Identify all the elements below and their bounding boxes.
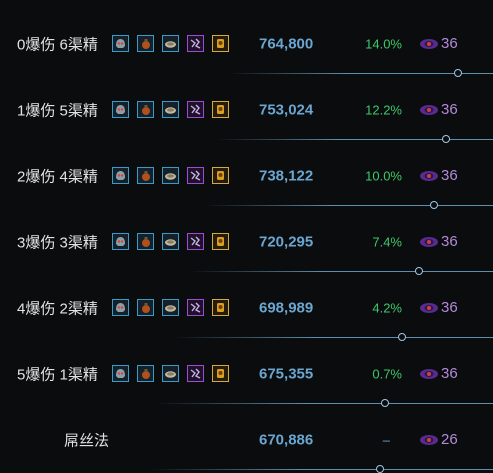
- item-level-icon: [420, 236, 438, 247]
- item-level-value: 36: [441, 365, 458, 382]
- potion-icon[interactable]: [137, 167, 154, 184]
- gear-icons: [112, 365, 229, 383]
- gear-icons: [112, 35, 229, 53]
- build-label: 3爆伤 3渠精: [17, 234, 98, 252]
- potion-icon[interactable]: [137, 233, 154, 250]
- item-level-icon: [420, 38, 438, 49]
- gain-percent: 12.2%: [365, 102, 402, 118]
- item-level-icon: [420, 434, 438, 445]
- item-level-value: 26: [441, 431, 458, 448]
- helm-icon[interactable]: [112, 233, 129, 250]
- item-level: 36: [419, 233, 458, 250]
- bread-icon[interactable]: [162, 365, 179, 382]
- progress-track: [204, 205, 493, 206]
- helm-icon[interactable]: [112, 35, 129, 52]
- rune-icon[interactable]: [187, 101, 204, 118]
- item-level-value: 36: [441, 299, 458, 316]
- progress-track: [155, 403, 493, 404]
- simulation-result-list: 0爆伤 6渠精 764,800 14.0% 36 1爆伤 5渠精 753,024…: [0, 0, 493, 473]
- helm-icon[interactable]: [112, 101, 129, 118]
- progress-track: [216, 139, 493, 140]
- item-level-value: 36: [441, 167, 458, 184]
- dps-value: 670,886: [259, 431, 314, 449]
- result-row[interactable]: 1爆伤 5渠精 753,024 12.2% 36: [0, 76, 493, 143]
- build-label: 5爆伤 1渠精: [17, 366, 98, 384]
- gear-icons: [112, 233, 229, 251]
- trinket-icon[interactable]: [212, 365, 229, 382]
- bread-icon[interactable]: [162, 101, 179, 118]
- bread-icon[interactable]: [162, 299, 179, 316]
- item-level: 36: [419, 35, 458, 52]
- trinket-icon[interactable]: [212, 167, 229, 184]
- gear-icons: [112, 299, 229, 317]
- result-row[interactable]: 0爆伤 6渠精 764,800 14.0% 36: [0, 10, 493, 77]
- dps-value: 764,800: [259, 35, 314, 53]
- potion-icon[interactable]: [137, 365, 154, 382]
- dps-value: 738,122: [259, 167, 314, 185]
- build-label: 4爆伤 2渠精: [17, 300, 98, 318]
- rune-icon[interactable]: [187, 167, 204, 184]
- build-label: 屌丝法: [64, 432, 110, 450]
- dps-value: 698,989: [259, 299, 314, 317]
- result-row-baseline[interactable]: 屌丝法 670,886 – 26: [0, 406, 493, 473]
- item-level-icon: [420, 104, 438, 115]
- helm-icon[interactable]: [112, 299, 129, 316]
- item-level-icon: [420, 170, 438, 181]
- potion-icon[interactable]: [137, 299, 154, 316]
- rune-icon[interactable]: [187, 365, 204, 382]
- progress-track: [150, 469, 493, 470]
- progress-track: [172, 337, 493, 338]
- gain-percent: 10.0%: [365, 168, 402, 184]
- helm-icon[interactable]: [112, 365, 129, 382]
- gain-percent: 0.7%: [372, 366, 402, 382]
- potion-icon[interactable]: [137, 35, 154, 52]
- gear-icons: [112, 101, 229, 119]
- result-row[interactable]: 3爆伤 3渠精 720,295 7.4% 36: [0, 208, 493, 275]
- rune-icon[interactable]: [187, 299, 204, 316]
- trinket-icon[interactable]: [212, 299, 229, 316]
- dps-value: 720,295: [259, 233, 314, 251]
- result-row[interactable]: 5爆伤 1渠精 675,355 0.7% 36: [0, 340, 493, 407]
- bread-icon[interactable]: [162, 167, 179, 184]
- item-level: 36: [419, 101, 458, 118]
- item-level-icon: [420, 302, 438, 313]
- gain-percent: 4.2%: [372, 300, 402, 316]
- result-row[interactable]: 4爆伤 2渠精 698,989 4.2% 36: [0, 274, 493, 341]
- item-level: 26: [419, 431, 458, 448]
- bread-icon[interactable]: [162, 233, 179, 250]
- item-level-value: 36: [441, 233, 458, 250]
- item-level: 36: [419, 299, 458, 316]
- item-level: 36: [419, 365, 458, 382]
- trinket-icon[interactable]: [212, 101, 229, 118]
- build-label: 0爆伤 6渠精: [17, 36, 98, 54]
- rune-icon[interactable]: [187, 35, 204, 52]
- build-label: 1爆伤 5渠精: [17, 102, 98, 120]
- trinket-icon[interactable]: [212, 35, 229, 52]
- item-level-icon: [420, 368, 438, 379]
- trinket-icon[interactable]: [212, 233, 229, 250]
- item-level-value: 36: [441, 35, 458, 52]
- dps-value: 675,355: [259, 365, 314, 383]
- progress-track: [189, 271, 493, 272]
- result-row[interactable]: 2爆伤 4渠精 738,122 10.0% 36: [0, 142, 493, 209]
- potion-icon[interactable]: [137, 101, 154, 118]
- gear-icons: [112, 167, 229, 185]
- bread-icon[interactable]: [162, 35, 179, 52]
- rune-icon[interactable]: [187, 233, 204, 250]
- gain-percent: 14.0%: [365, 36, 402, 52]
- dps-value: 753,024: [259, 101, 314, 119]
- helm-icon[interactable]: [112, 167, 129, 184]
- item-level-value: 36: [441, 101, 458, 118]
- build-label: 2爆伤 4渠精: [17, 168, 98, 186]
- gain-percent: 7.4%: [372, 234, 402, 250]
- gain-percent: –: [382, 432, 390, 448]
- item-level: 36: [419, 167, 458, 184]
